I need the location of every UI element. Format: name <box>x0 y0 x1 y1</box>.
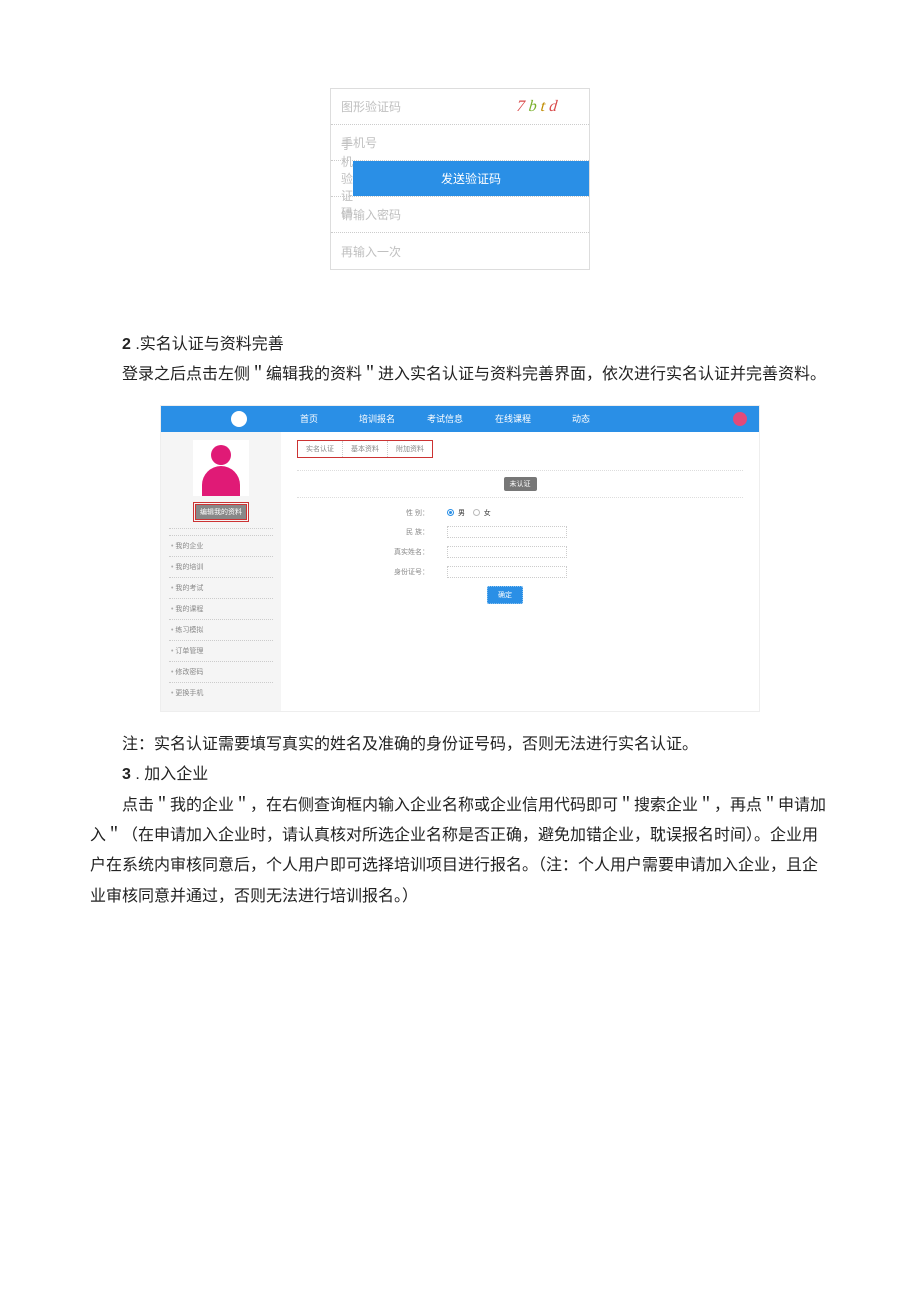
submit-wrap: 确定 <box>487 586 743 604</box>
radio-female-label: 女 <box>484 510 491 517</box>
section-2-note-and-3: 注：实名认证需要填写真实的姓名及准确的身份证号码，否则无法进行实名认证。 3 .… <box>90 730 830 912</box>
edit-profile-button[interactable]: 编辑我的资料 <box>195 504 247 520</box>
nav-training-signup[interactable]: 培训报名 <box>343 412 411 425</box>
section-2-heading: 2 .实名认证与资料完善 <box>90 330 830 360</box>
captcha-image[interactable]: 7btd <box>487 89 591 124</box>
ethnic-input[interactable] <box>447 526 567 538</box>
realname-row: 真实姓名： <box>297 546 743 558</box>
top-nav: 首页 培训报名 考试信息 在线课程 动态 <box>161 406 759 432</box>
radio-female[interactable] <box>473 509 480 516</box>
idcard-label: 身份证号： <box>297 567 447 577</box>
nav-home[interactable]: 首页 <box>275 412 343 425</box>
sidebar-item-practice[interactable]: 练习模拟 <box>169 619 273 640</box>
profile-tabs: 实名认证 基本资料 附加资料 <box>297 440 433 458</box>
captcha-row: 图形验证码 7btd <box>331 89 589 125</box>
document-page: 图形验证码 7btd 手机号 手机验证码 发送验证码 请输入密码 再输入一次 2… <box>0 88 920 1112</box>
password-input[interactable]: 请输入密码 <box>331 206 589 223</box>
ethnic-label: 民 族： <box>297 527 447 537</box>
sidebar-item-orders[interactable]: 订单管理 <box>169 640 273 661</box>
gender-row: 性 别： 男 女 <box>297 508 743 518</box>
submit-button[interactable]: 确定 <box>487 586 523 604</box>
sidebar-avatar-box: 编辑我的资料 <box>169 440 273 529</box>
password-confirm-row[interactable]: 再输入一次 <box>331 233 589 269</box>
profile-app-screenshot: 首页 培训报名 考试信息 在线课程 动态 编辑我的资料 <box>160 405 760 712</box>
sidebar-item-change-password[interactable]: 修改密码 <box>169 661 273 682</box>
registration-form: 图形验证码 7btd 手机号 手机验证码 发送验证码 请输入密码 再输入一次 <box>330 88 590 270</box>
section-2-text: 2 .实名认证与资料完善 登录之后点击左侧＂编辑我的资料＂进入实名认证与资料完善… <box>90 330 830 391</box>
content-area: 实名认证 基本资料 附加资料 未认证 性 别： 男 女 <box>281 432 759 711</box>
gender-label: 性 别： <box>297 508 447 518</box>
radio-male[interactable] <box>447 509 454 516</box>
section-2-para: 登录之后点击左侧＂编辑我的资料＂进入实名认证与资料完善界面，依次进行实名认证并完… <box>90 360 830 390</box>
send-code-button[interactable]: 发送验证码 <box>353 161 589 196</box>
sidebar-item-my-company[interactable]: 我的企业 <box>169 535 273 556</box>
nav-news[interactable]: 动态 <box>547 412 615 425</box>
app-body: 编辑我的资料 我的企业 我的培训 我的考试 我的课程 练习模拟 订单管理 修改密… <box>161 432 759 711</box>
password-confirm-input[interactable]: 再输入一次 <box>331 243 589 260</box>
gender-control: 男 女 <box>447 508 743 518</box>
nav-online-course[interactable]: 在线课程 <box>479 412 547 425</box>
password-row[interactable]: 请输入密码 <box>331 197 589 233</box>
tab-extra-info[interactable]: 附加资料 <box>388 441 432 457</box>
sidebar-item-my-exam[interactable]: 我的考试 <box>169 577 273 598</box>
section-3-number: 3 <box>122 766 131 783</box>
sidebar-avatar <box>193 440 249 496</box>
user-avatar-icon[interactable] <box>733 412 747 426</box>
realname-input[interactable] <box>447 546 567 558</box>
sidebar-item-change-phone[interactable]: 更换手机 <box>169 682 273 703</box>
realname-label: 真实姓名： <box>297 547 447 557</box>
auth-status-row: 未认证 <box>297 470 743 498</box>
logo-icon[interactable] <box>231 411 247 427</box>
ethnic-row: 民 族： <box>297 526 743 538</box>
auth-status-badge: 未认证 <box>504 477 537 491</box>
section-title: .实名认证与资料完善 <box>135 336 283 353</box>
sidebar: 编辑我的资料 我的企业 我的培训 我的考试 我的课程 练习模拟 订单管理 修改密… <box>161 432 281 711</box>
edit-profile-highlight: 编辑我的资料 <box>193 502 249 522</box>
section-3-title: . 加入企业 <box>135 766 208 783</box>
phone-input[interactable]: 手机号 <box>331 134 589 151</box>
section-number: 2 <box>122 336 131 353</box>
idcard-row: 身份证号： <box>297 566 743 578</box>
radio-male-label: 男 <box>458 510 465 517</box>
idcard-input[interactable] <box>447 566 567 578</box>
sidebar-item-my-course[interactable]: 我的课程 <box>169 598 273 619</box>
sidebar-menu: 我的企业 我的培训 我的考试 我的课程 练习模拟 订单管理 修改密码 更换手机 <box>169 535 273 703</box>
tab-realname-auth[interactable]: 实名认证 <box>298 441 343 457</box>
section-2-note: 注：实名认证需要填写真实的姓名及准确的身份证号码，否则无法进行实名认证。 <box>90 730 830 760</box>
section-3-para: 点击＂我的企业＂，在右侧查询框内输入企业名称或企业信用代码即可＂搜索企业＂，再点… <box>90 791 830 913</box>
sidebar-item-my-training[interactable]: 我的培训 <box>169 556 273 577</box>
captcha-label: 图形验证码 <box>331 98 489 115</box>
section-3-heading: 3 . 加入企业 <box>90 760 830 790</box>
phone-row[interactable]: 手机号 <box>331 125 589 161</box>
sms-code-row: 手机验证码 发送验证码 <box>331 161 589 197</box>
tab-basic-info[interactable]: 基本资料 <box>343 441 388 457</box>
nav-exam-info[interactable]: 考试信息 <box>411 412 479 425</box>
